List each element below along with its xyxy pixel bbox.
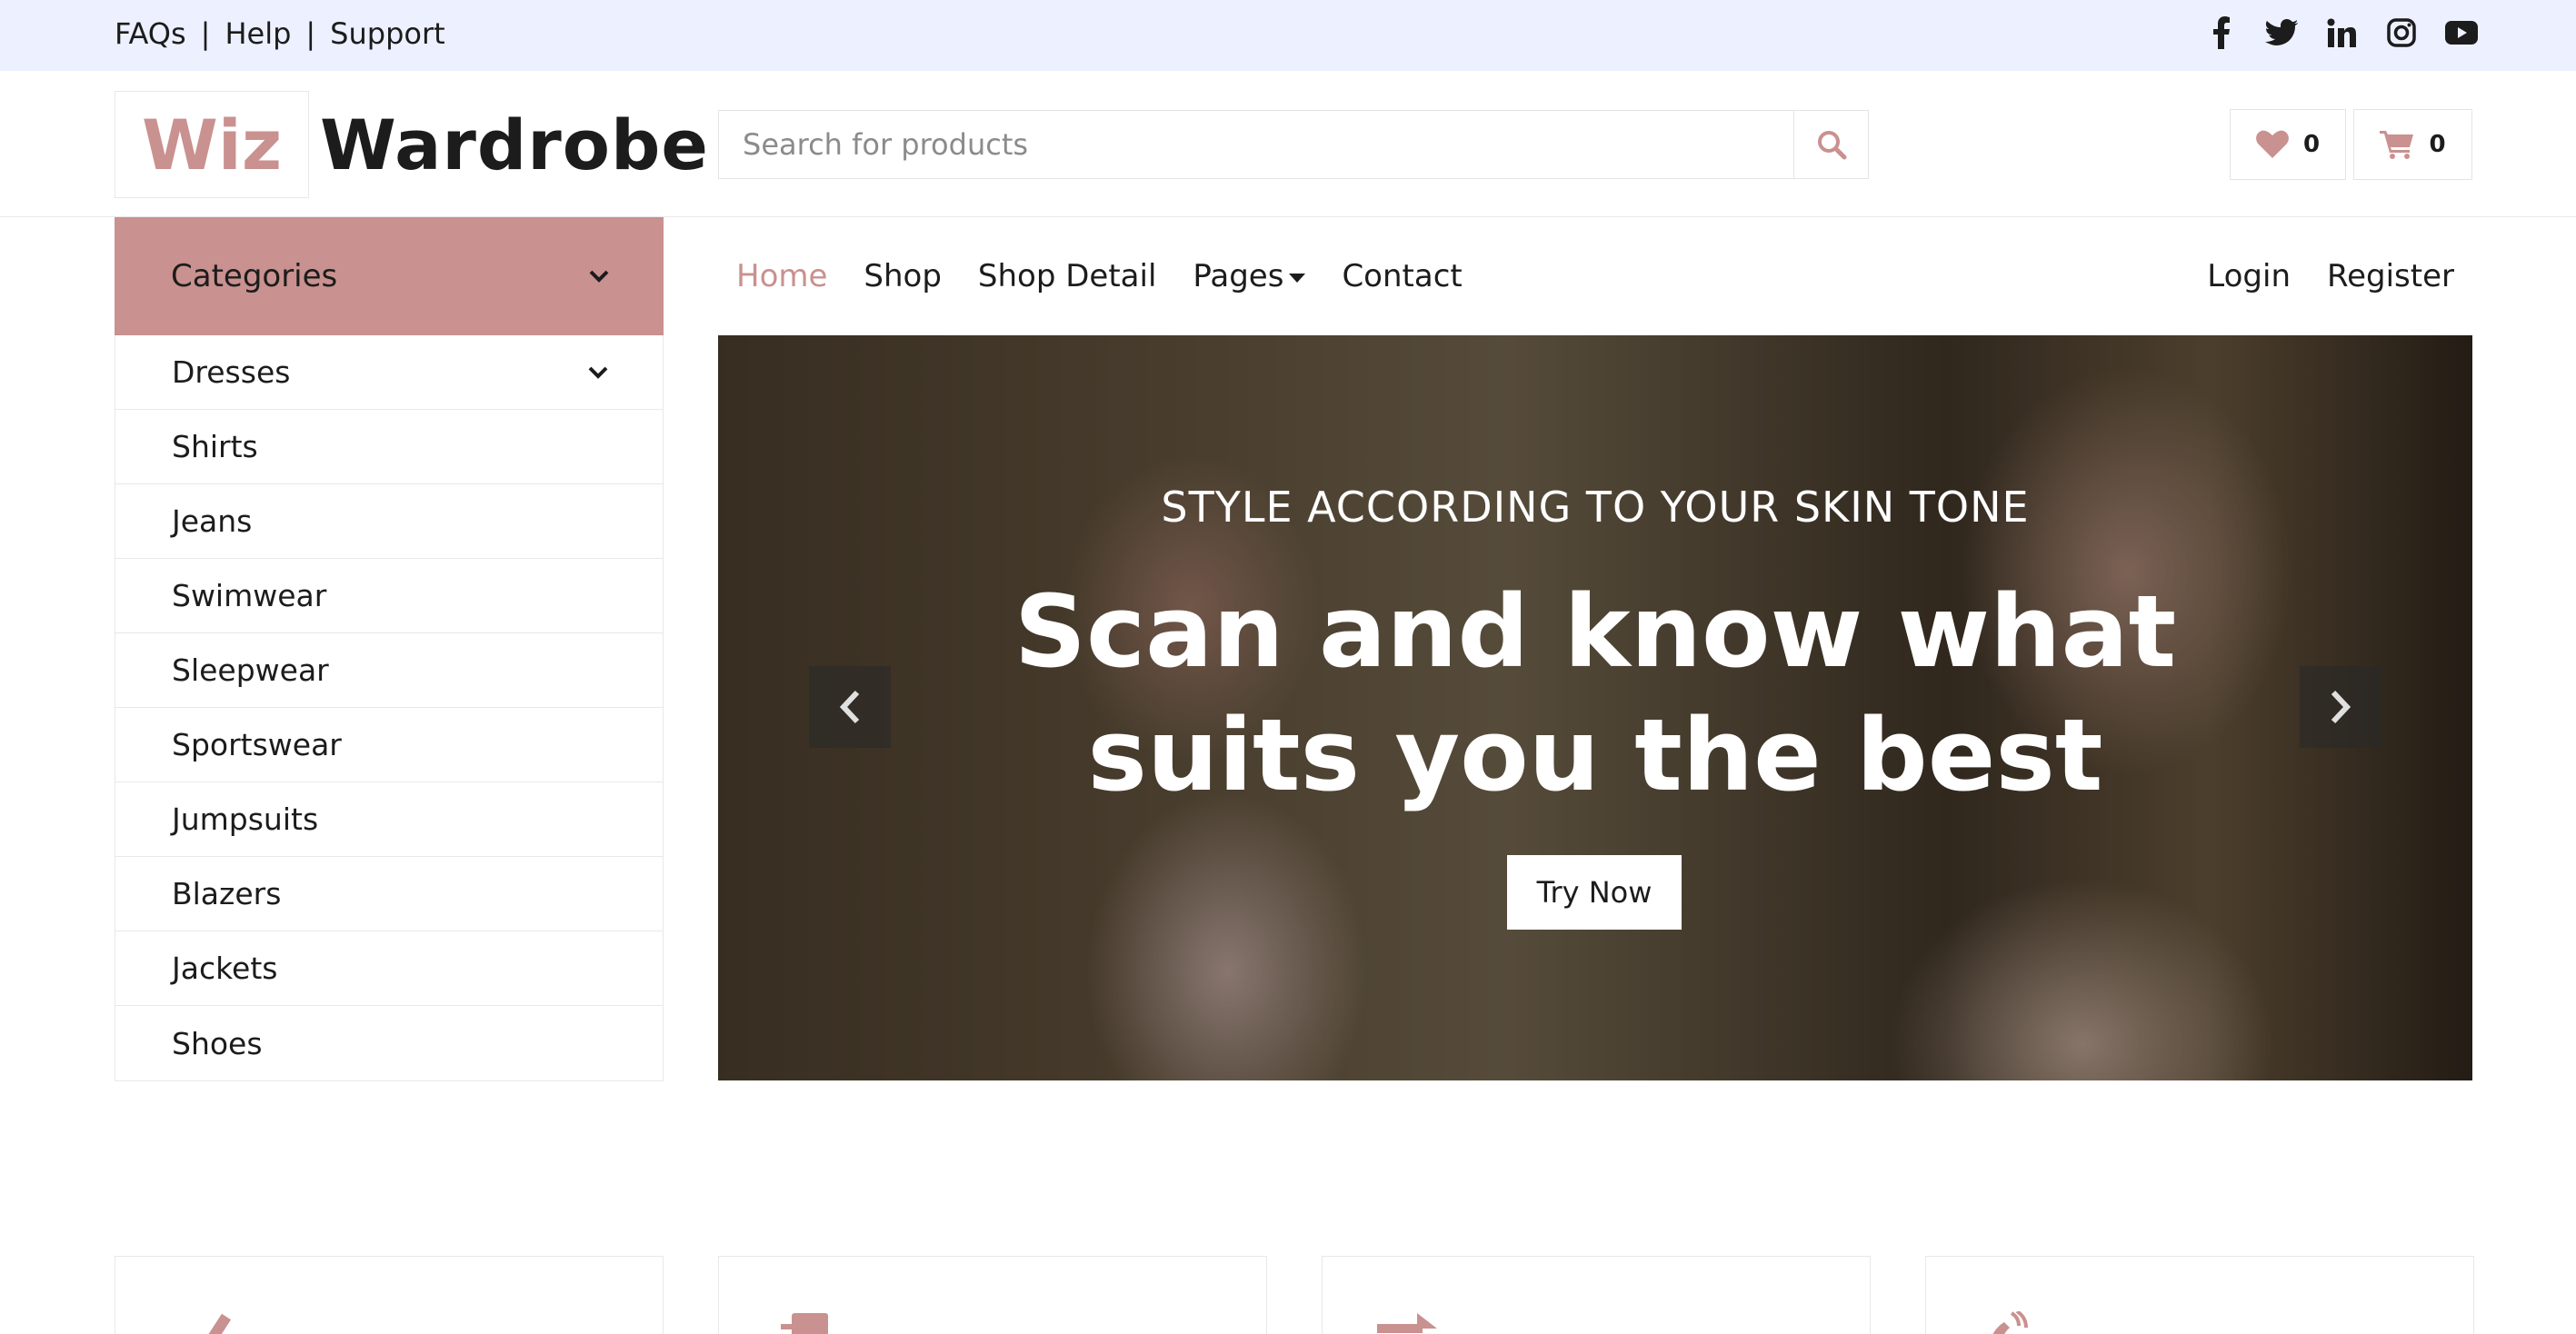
carousel-next-button[interactable] bbox=[2300, 666, 2381, 748]
categories-title: Categories bbox=[171, 258, 338, 294]
chevron-down-icon bbox=[588, 366, 608, 379]
category-item-sleepwear[interactable]: Sleepwear bbox=[115, 633, 663, 708]
chevron-right-icon bbox=[2331, 690, 2351, 724]
search-input[interactable]: Search for products bbox=[719, 111, 1793, 178]
category-item-dresses[interactable]: Dresses bbox=[115, 335, 663, 410]
wishlist-count: 0 bbox=[2302, 131, 2321, 158]
category-item-sportswear[interactable]: Sportswear bbox=[115, 708, 663, 782]
category-label: Blazers bbox=[172, 876, 282, 911]
youtube-icon[interactable] bbox=[2445, 16, 2478, 49]
cart-button[interactable]: 0 bbox=[2353, 109, 2472, 180]
wishlist-button[interactable]: 0 bbox=[2230, 109, 2346, 180]
top-links: FAQs | Help | Support bbox=[115, 16, 445, 51]
heart-icon bbox=[2256, 130, 2289, 158]
hero-title: Scan and know what suits you the best bbox=[718, 570, 2472, 817]
category-label: Shoes bbox=[172, 1025, 263, 1061]
category-label: Sportswear bbox=[172, 727, 342, 762]
search-bar: Search for products bbox=[718, 110, 1869, 179]
category-item-shirts[interactable]: Shirts bbox=[115, 410, 663, 484]
try-now-button[interactable]: Try Now bbox=[1507, 855, 1682, 930]
main-nav: Home Shop Shop Detail Pages Contact Logi… bbox=[718, 217, 2472, 335]
category-item-blazers[interactable]: Blazers bbox=[115, 857, 663, 931]
category-item-shoes[interactable]: Shoes bbox=[115, 1006, 663, 1080]
check-icon bbox=[208, 1313, 232, 1334]
carousel-prev-button[interactable] bbox=[809, 666, 891, 748]
separator: | bbox=[200, 16, 211, 51]
feature-card bbox=[1322, 1256, 1871, 1334]
category-label: Swimwear bbox=[172, 578, 327, 613]
linkedin-icon[interactable] bbox=[2325, 16, 2358, 49]
hero-subtitle: STYLE ACCORDING TO YOUR SKIN TONE bbox=[1161, 483, 2030, 532]
cart-icon bbox=[2380, 131, 2414, 159]
category-item-jeans[interactable]: Jeans bbox=[115, 484, 663, 559]
caret-down-icon bbox=[1289, 273, 1306, 283]
nav-pages-label: Pages bbox=[1193, 258, 1284, 294]
category-item-jumpsuits[interactable]: Jumpsuits bbox=[115, 782, 663, 857]
site-header: Wiz Wardrobe Search for products 0 0 bbox=[0, 71, 2576, 217]
help-link[interactable]: Help bbox=[225, 16, 291, 51]
twitter-icon[interactable] bbox=[2265, 16, 2298, 49]
category-label: Jackets bbox=[172, 951, 278, 986]
category-item-swimwear[interactable]: Swimwear bbox=[115, 559, 663, 633]
category-label: Dresses bbox=[172, 354, 291, 390]
shipping-icon bbox=[781, 1313, 828, 1334]
category-label: Jeans bbox=[172, 503, 253, 539]
logo-wiz: Wiz bbox=[115, 91, 309, 198]
social-links bbox=[2205, 16, 2478, 49]
search-icon bbox=[1817, 131, 1846, 160]
register-link[interactable]: Register bbox=[2327, 258, 2454, 294]
brand-logo[interactable]: Wiz Wardrobe bbox=[115, 91, 709, 198]
feature-card bbox=[115, 1256, 664, 1334]
exchange-icon bbox=[1377, 1313, 1437, 1333]
category-item-jackets[interactable]: Jackets bbox=[115, 931, 663, 1006]
chevron-down-icon bbox=[589, 270, 609, 283]
login-link[interactable]: Login bbox=[2207, 258, 2291, 294]
instagram-icon[interactable] bbox=[2385, 16, 2418, 49]
hero-carousel: STYLE ACCORDING TO YOUR SKIN TONE Scan a… bbox=[718, 335, 2472, 1080]
hero-title-line2: suits you the best bbox=[1087, 697, 2103, 813]
nav-contact[interactable]: Contact bbox=[1342, 258, 1462, 294]
feature-card bbox=[1925, 1256, 2474, 1334]
cart-count: 0 bbox=[2429, 131, 2446, 158]
nav-shop-detail[interactable]: Shop Detail bbox=[978, 258, 1156, 294]
feature-card bbox=[718, 1256, 1267, 1334]
support-link[interactable]: Support bbox=[330, 16, 445, 51]
phone-icon bbox=[1992, 1311, 2028, 1334]
search-button[interactable] bbox=[1793, 111, 1868, 178]
logo-wardrobe: Wardrobe bbox=[320, 104, 709, 185]
category-label: Shirts bbox=[172, 429, 258, 464]
nav-shop[interactable]: Shop bbox=[864, 258, 942, 294]
category-label: Jumpsuits bbox=[172, 801, 319, 837]
categories-toggle[interactable]: Categories bbox=[115, 217, 664, 335]
categories-list: Dresses Shirts Jeans Swimwear Sleepwear … bbox=[115, 335, 664, 1081]
nav-pages[interactable]: Pages bbox=[1193, 258, 1306, 294]
facebook-icon[interactable] bbox=[2205, 16, 2238, 49]
nav-home[interactable]: Home bbox=[736, 258, 827, 294]
chevron-left-icon bbox=[839, 690, 860, 724]
hero-title-line1: Scan and know what bbox=[1013, 573, 2177, 690]
category-label: Sleepwear bbox=[172, 652, 329, 688]
top-bar: FAQs | Help | Support bbox=[0, 0, 2576, 71]
separator: | bbox=[305, 16, 316, 51]
faqs-link[interactable]: FAQs bbox=[115, 16, 186, 51]
